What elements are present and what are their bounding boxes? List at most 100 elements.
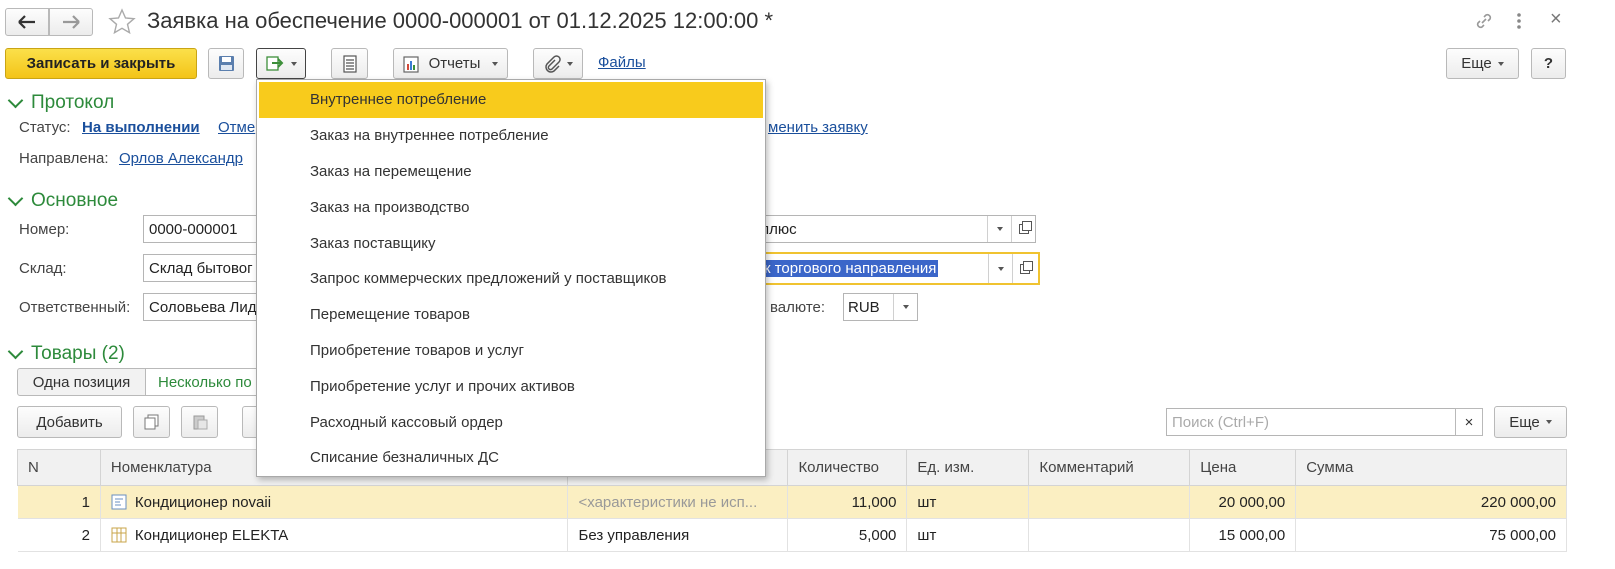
favorite-star-icon[interactable]: [108, 8, 136, 36]
cell-n: 2: [17, 518, 101, 552]
table-more-button[interactable]: Еще: [1494, 406, 1567, 438]
product-card-icon: [111, 494, 127, 509]
col-header-price[interactable]: Цена: [1189, 449, 1297, 486]
currency-value: RUB: [848, 298, 880, 316]
create-based-on-button[interactable]: [256, 48, 306, 79]
cell-characteristic[interactable]: Без управления: [567, 518, 789, 552]
save-and-close-button[interactable]: Записать и закрыть: [5, 48, 197, 79]
menu-item-goods-services-purchase[interactable]: Приобретение товаров и услуг: [257, 333, 765, 369]
more-button[interactable]: Еще: [1446, 48, 1519, 79]
cell-price[interactable]: 15 000,00: [1189, 518, 1297, 552]
responsible-field[interactable]: Соловьева Лид: [143, 293, 263, 321]
cell-characteristic[interactable]: <характеристики не исп...: [567, 485, 789, 519]
currency-dropdown[interactable]: [893, 294, 917, 320]
section-main[interactable]: Основное: [7, 190, 119, 212]
chevron-down-icon: [1545, 420, 1552, 424]
col-header-n[interactable]: N: [17, 449, 101, 486]
tab-one-position[interactable]: Одна позиция: [17, 368, 146, 396]
cell-n: 1: [17, 485, 101, 519]
document-list-button[interactable]: [331, 48, 368, 79]
arrow-left-icon: [18, 15, 35, 29]
col-header-comment[interactable]: Комментарий: [1028, 449, 1191, 486]
search-placeholder: Поиск (Ctrl+F): [1172, 413, 1269, 431]
create-document-icon: [266, 55, 284, 71]
add-button[interactable]: Добавить: [17, 406, 122, 438]
status-change-link[interactable]: менить заявку: [768, 119, 868, 136]
cell-unit[interactable]: шт: [906, 518, 1030, 552]
chevron-down-icon: [7, 343, 24, 359]
back-button[interactable]: [5, 8, 49, 36]
menu-item-cash-outflow-order[interactable]: Расходный кассовый ордер: [257, 404, 765, 440]
col-header-unit[interactable]: Ед. изм.: [906, 449, 1030, 486]
forward-button[interactable]: [49, 8, 93, 36]
search-input[interactable]: Поиск (Ctrl+F): [1166, 408, 1456, 436]
status-value-link[interactable]: На выполнении: [82, 119, 200, 136]
tab-several-positions[interactable]: Несколько по: [145, 368, 263, 396]
currency-field[interactable]: RUB: [843, 293, 918, 321]
more-vert-icon[interactable]: [1516, 11, 1522, 31]
number-field[interactable]: 0000-000001: [143, 215, 263, 243]
cell-comment[interactable]: [1028, 485, 1191, 519]
cell-comment[interactable]: [1028, 518, 1191, 552]
chevron-down-icon: [291, 61, 297, 66]
department-open[interactable]: [1012, 254, 1036, 283]
col-header-quantity[interactable]: Количество: [787, 449, 908, 486]
organization-field[interactable]: плюс: [760, 215, 1036, 243]
cell-nomenclature[interactable]: Кондиционер ELEKTA: [100, 518, 569, 552]
paperclip-icon: [545, 54, 561, 73]
menu-item-internal-consumption-order[interactable]: Заказ на внутреннее потребление: [257, 118, 765, 154]
sent-label: Направлена:: [19, 150, 109, 167]
menu-item-internal-consumption[interactable]: Внутреннее потребление: [259, 82, 763, 118]
link-icon[interactable]: [1474, 11, 1494, 31]
help-button[interactable]: ?: [1531, 48, 1566, 79]
department-field[interactable]: к торгового направления: [760, 252, 1040, 285]
close-icon[interactable]: ×: [1550, 8, 1562, 31]
sent-to-link[interactable]: Орлов Александр: [119, 150, 243, 167]
department-dropdown[interactable]: [988, 254, 1012, 283]
menu-item-supplier-rfq[interactable]: Запрос коммерческих предложений у постав…: [257, 261, 765, 297]
window-title: Заявка на обеспечение 0000-000001 от 01.…: [147, 8, 774, 33]
copy-icon: [144, 414, 158, 430]
menu-item-supplier-order[interactable]: Заказ поставщику: [257, 225, 765, 261]
section-protocol[interactable]: Протокол: [7, 92, 114, 114]
cell-price[interactable]: 20 000,00: [1189, 485, 1297, 519]
organization-open[interactable]: [1011, 216, 1035, 242]
status-cancel-link[interactable]: Отме: [218, 119, 255, 136]
section-goods[interactable]: Товары (2): [7, 343, 125, 365]
menu-item-services-assets-purchase[interactable]: Приобретение услуг и прочих активов: [257, 368, 765, 404]
menu-item-transfer-order[interactable]: Заказ на перемещение: [257, 154, 765, 190]
organization-dropdown[interactable]: [987, 216, 1011, 242]
cell-quantity[interactable]: 5,000: [787, 518, 908, 552]
table-row[interactable]: 1 Кондиционер novaii <характеристики не …: [17, 485, 1567, 519]
section-goods-title: Товары (2): [31, 343, 125, 364]
save-button[interactable]: [208, 48, 244, 79]
paste-button[interactable]: [181, 406, 218, 438]
table-row[interactable]: 2 Кондиционер ELEKTA Без управления 5,00…: [17, 518, 1567, 552]
create-based-on-menu: Внутреннее потребление Заказ на внутренн…: [256, 79, 766, 477]
goods-table[interactable]: N Номенклатура Количество Ед. изм. Комме…: [17, 449, 1567, 552]
organization-value: плюс: [761, 220, 797, 238]
cell-nomenclature[interactable]: Кондиционер novaii: [100, 485, 569, 519]
list-icon: [342, 54, 357, 73]
search-clear-button[interactable]: ×: [1455, 408, 1483, 436]
reports-button[interactable]: Отчеты: [393, 48, 508, 79]
chevron-down-icon: [902, 305, 909, 309]
chevron-down-icon: [997, 266, 1004, 271]
cell-sum[interactable]: 220 000,00: [1295, 485, 1567, 519]
menu-item-production-order[interactable]: Заказ на производство: [257, 189, 765, 225]
open-form-icon: [1019, 260, 1033, 274]
menu-item-noncash-writeoff[interactable]: Списание безналичных ДС: [257, 440, 765, 476]
section-main-title: Основное: [31, 190, 119, 211]
warehouse-field[interactable]: Склад бытовог: [143, 254, 263, 282]
menu-item-goods-transfer[interactable]: Перемещение товаров: [257, 297, 765, 333]
files-link[interactable]: Файлы: [598, 54, 646, 71]
cell-quantity[interactable]: 11,000: [787, 485, 908, 519]
reports-label: Отчеты: [428, 55, 481, 72]
attachments-button[interactable]: [533, 48, 583, 79]
col-header-sum[interactable]: Сумма: [1295, 449, 1567, 486]
copy-button[interactable]: [133, 406, 170, 438]
cell-unit[interactable]: шт: [906, 485, 1030, 519]
paste-icon: [193, 415, 207, 430]
cell-sum[interactable]: 75 000,00: [1295, 518, 1567, 552]
arrow-right-icon: [63, 15, 80, 29]
